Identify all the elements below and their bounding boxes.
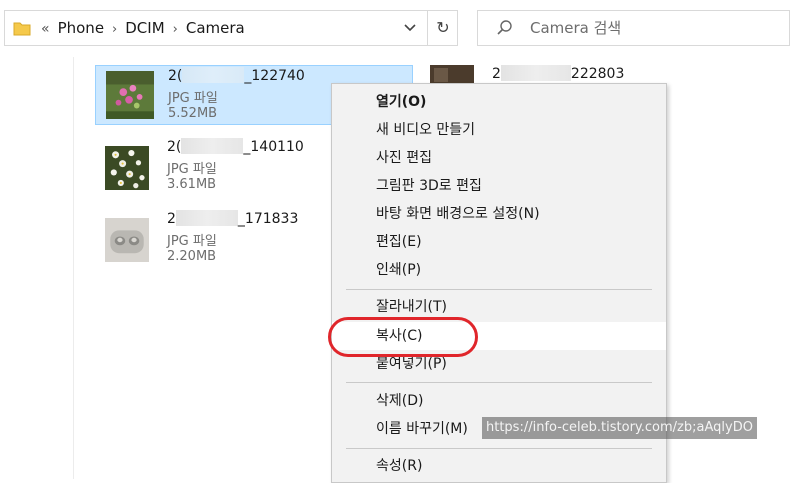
menu-item-set-background[interactable]: 바탕 화면 배경으로 설정(N) [332,200,666,228]
refresh-icon: ↻ [436,18,450,37]
photo-thumbnail [106,71,154,119]
photo-thumbnail [430,65,474,85]
menu-separator [346,382,652,383]
menu-separator [346,289,652,290]
watermark: https://info-celeb.tistory.com/zb;aAqlyD… [482,417,757,439]
search-icon [497,20,512,35]
search-placeholder: Camera 검색 [530,19,622,37]
redaction-blur [181,138,244,154]
breadcrumb: «Phone › DCIM › Camera [41,11,245,45]
redaction-blur [500,65,571,81]
file-type: JPG 파일 [167,162,217,177]
file-name: 2 _171833 [167,210,299,227]
file-size: 5.52MB [168,106,218,121]
file-name: 2(_122740 [168,67,305,84]
file-name: 2(_140110 [167,138,304,155]
file-type: JPG 파일 [167,234,217,249]
chevron-right-icon[interactable]: › [112,13,117,47]
folder-icon [13,22,31,36]
chevron-right-icon[interactable]: › [173,13,178,47]
breadcrumb-dcim[interactable]: DCIM [125,11,164,45]
redaction-blur [182,67,245,83]
menu-separator [346,448,652,449]
menu-item-paint3d[interactable]: 그림판 3D로 편집 [332,172,666,200]
menu-item-edit[interactable]: 편집(E) [332,228,666,256]
file-type: JPG 파일 [168,91,218,106]
divider [73,57,74,479]
file-name: 2 222803 [492,65,625,82]
menu-item-edit-photo[interactable]: 사진 편집 [332,144,666,172]
file-size: 2.20MB [167,249,217,264]
breadcrumb-camera[interactable]: Camera [186,11,245,45]
menu-item-print[interactable]: 인쇄(P) [332,256,666,284]
search-box[interactable]: Camera 검색 [477,10,790,46]
annotation-circle [328,317,478,357]
photo-thumbnail [105,146,149,190]
chevron-down-icon[interactable] [391,11,428,45]
breadcrumb-overflow[interactable]: « [41,12,50,46]
menu-item-new-video[interactable]: 새 비디오 만들기 [332,116,666,144]
refresh-button[interactable]: ↻ [427,11,458,45]
menu-item-open[interactable]: 열기(O) [332,88,666,116]
breadcrumb-phone[interactable]: Phone [58,11,104,45]
redaction-blur [175,210,238,226]
file-size: 3.61MB [167,177,217,192]
menu-item-properties[interactable]: 속성(R) [332,452,666,480]
menu-item-delete[interactable]: 삭제(D) [332,387,666,415]
address-bar[interactable]: «Phone › DCIM › Camera ↻ [4,10,458,46]
photo-thumbnail [105,218,149,262]
